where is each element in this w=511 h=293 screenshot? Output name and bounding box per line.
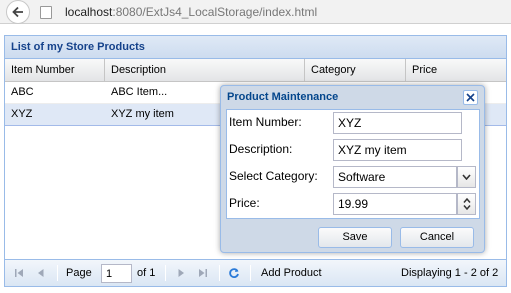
column-header-description[interactable]: Description	[105, 59, 305, 81]
add-product-button[interactable]: Add Product	[261, 267, 322, 279]
page-number-input[interactable]	[101, 264, 132, 283]
first-page-button[interactable]	[12, 266, 26, 280]
column-header-price[interactable]: Price	[406, 59, 506, 81]
paging-toolbar: Page of 1 Add Product Displaying 1 - 2 o…	[5, 259, 506, 286]
column-header-category[interactable]: Category	[305, 59, 406, 81]
description-field[interactable]	[333, 139, 462, 161]
last-page-icon	[199, 269, 207, 277]
toolbar-separator	[250, 265, 251, 281]
url-path: :8080/ExtJs4_LocalStorage/index.html	[112, 5, 318, 19]
url-host: localhost	[65, 5, 113, 19]
item-number-label: Item Number:	[229, 115, 302, 129]
refresh-button[interactable]	[227, 266, 241, 280]
category-dropdown-trigger[interactable]	[457, 166, 476, 188]
cancel-button[interactable]: Cancel	[400, 227, 474, 248]
close-icon	[466, 93, 475, 102]
cell-item-number: XYZ	[11, 108, 33, 120]
category-value: Software	[338, 170, 386, 184]
grid-header: Item Number Description Category Price	[5, 59, 506, 82]
window-title: Product Maintenance	[227, 91, 339, 103]
item-number-field[interactable]	[333, 112, 462, 134]
displaying-info: Displaying 1 - 2 of 2	[401, 267, 499, 279]
toolbar-separator	[57, 265, 58, 281]
cell-item-number: ABC	[11, 86, 34, 98]
prev-page-icon	[38, 269, 44, 277]
first-page-icon	[15, 269, 23, 277]
spinner-up-icon[interactable]	[462, 198, 471, 203]
price-field[interactable]: 19.99	[333, 193, 476, 215]
description-label: Description:	[229, 142, 293, 156]
url-field[interactable]: localhost:8080/ExtJs4_LocalStorage/index…	[65, 5, 317, 19]
save-button[interactable]: Save	[318, 227, 392, 248]
price-value: 19.99	[338, 197, 369, 211]
price-label: Price:	[229, 196, 260, 210]
price-spinner[interactable]	[457, 193, 476, 215]
category-label: Select Category:	[229, 169, 318, 183]
page-icon	[40, 6, 52, 19]
toolbar-separator	[219, 265, 220, 281]
next-page-button[interactable]	[174, 266, 188, 280]
product-maintenance-window: Product Maintenance Item Number: Descrip…	[220, 85, 485, 253]
back-button[interactable]	[6, 0, 30, 24]
toolbar-separator	[165, 265, 166, 281]
column-header-item-number[interactable]: Item Number	[5, 59, 105, 81]
panel-title: List of my Store Products	[5, 36, 506, 59]
prev-page-button[interactable]	[34, 266, 48, 280]
last-page-button[interactable]	[196, 266, 210, 280]
back-arrow-icon	[12, 6, 23, 18]
next-page-icon	[178, 269, 184, 277]
page-label: Page	[66, 267, 92, 279]
category-select[interactable]: Software	[333, 166, 476, 188]
close-button[interactable]	[463, 90, 478, 105]
chevron-down-icon	[462, 174, 471, 180]
spinner-down-icon[interactable]	[462, 205, 471, 210]
page-count-label: of 1	[137, 267, 156, 279]
browser-address-bar: localhost:8080/ExtJs4_LocalStorage/index…	[0, 0, 511, 24]
refresh-icon	[229, 268, 239, 278]
window-form: Item Number: Description: Select Categor…	[226, 109, 480, 219]
